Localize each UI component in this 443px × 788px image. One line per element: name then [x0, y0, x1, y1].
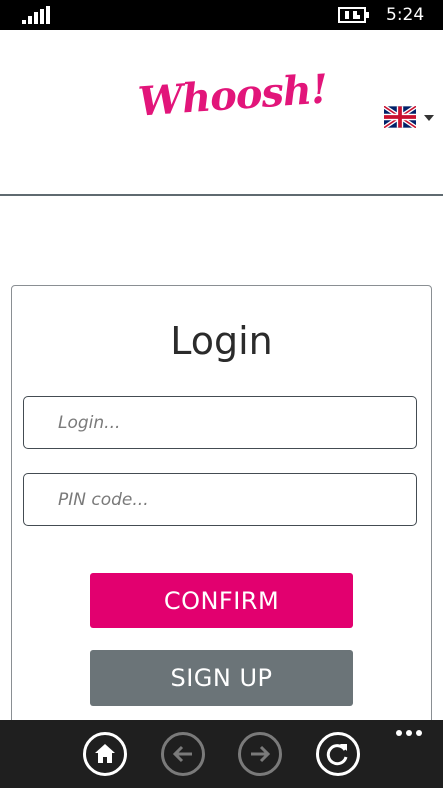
sign-up-button[interactable]: SIGN UP [90, 650, 353, 706]
app-bar [0, 720, 443, 788]
refresh-icon [326, 744, 348, 766]
language-selector[interactable] [384, 105, 436, 129]
forward-arrow-icon [251, 745, 271, 763]
more-dots-icon[interactable] [395, 726, 425, 740]
login-title: Login [170, 319, 273, 363]
back-button[interactable] [161, 732, 205, 776]
status-time: 5:24 [386, 5, 425, 25]
pin-code-input[interactable] [23, 473, 417, 526]
battery-charging-icon [338, 7, 369, 23]
confirm-button[interactable]: CONFIRM [90, 573, 353, 628]
home-icon [95, 744, 115, 763]
uk-flag-icon [384, 106, 416, 128]
status-bar: 5:24 [0, 0, 443, 30]
back-arrow-icon [172, 745, 192, 763]
home-button[interactable] [83, 732, 127, 776]
forward-button[interactable] [238, 732, 282, 776]
app-header: Whoosh! [0, 30, 443, 196]
chevron-down-icon [424, 115, 434, 121]
whoosh-logo: Whoosh! [136, 65, 329, 126]
signal-strength-icon [22, 6, 50, 24]
login-input[interactable] [23, 396, 417, 449]
refresh-button[interactable] [316, 732, 360, 776]
